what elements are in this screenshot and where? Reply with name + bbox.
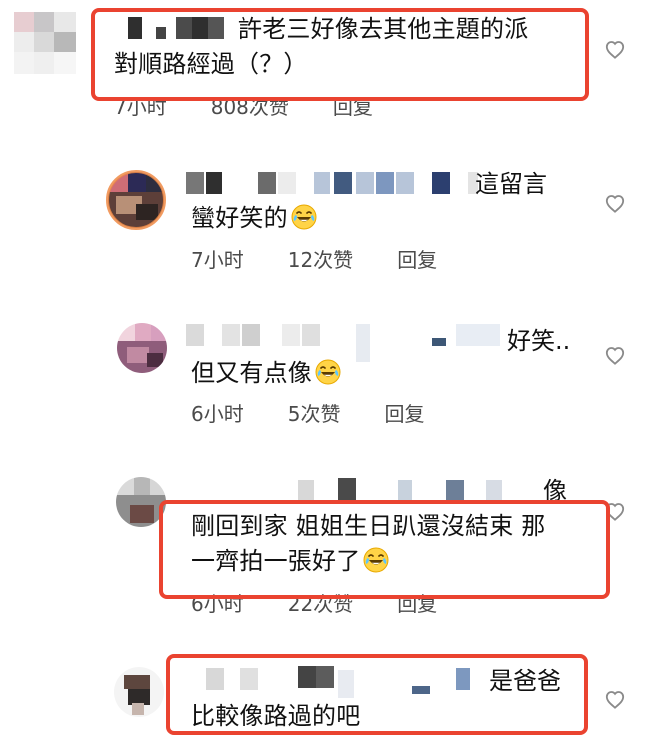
comment-text-line-2: 比較像路過的吧 xyxy=(191,702,361,730)
avatar[interactable] xyxy=(108,172,164,228)
comment-meta: 7小时 12次赞 回复 xyxy=(191,248,437,272)
username-mosaic[interactable] xyxy=(118,15,228,41)
avatar[interactable] xyxy=(116,477,166,527)
reply-button[interactable]: 回复 xyxy=(397,248,437,272)
heart-icon[interactable] xyxy=(604,689,626,709)
avatar[interactable] xyxy=(114,667,164,717)
comment-text-line-2: 對順路經過（？） xyxy=(114,50,308,78)
comment-meta: 7小时 808次赞 回复 xyxy=(114,95,373,119)
reply-button[interactable]: 回复 xyxy=(384,402,424,426)
laughing-emoji-icon xyxy=(290,203,318,231)
heart-icon[interactable] xyxy=(604,193,626,213)
comment-text: 蠻好笑的 xyxy=(191,204,288,232)
comment-meta: 6小时 5次赞 回复 xyxy=(191,402,424,426)
comment-meta: 6小时 22次赞 回复 xyxy=(191,592,437,616)
like-count[interactable]: 808次赞 xyxy=(211,95,289,119)
comment-thread: 許老三好像去其他主題的派 對順路經過（？） 7小时 808次赞 回复 這留言 蠻… xyxy=(0,0,660,735)
comment-text-line-2: 一齊拍一張好了 xyxy=(191,546,390,576)
comment-text: 一齊拍一張好了 xyxy=(191,547,361,575)
heart-icon[interactable] xyxy=(604,39,626,59)
time: 6小时 xyxy=(191,402,244,426)
username-mosaic[interactable] xyxy=(186,170,616,196)
heart-icon[interactable] xyxy=(604,345,626,365)
comment-text-line-1: 剛回到家 姐姐生日趴還沒結束 那 xyxy=(191,512,546,540)
avatar[interactable] xyxy=(117,323,167,373)
heart-icon[interactable] xyxy=(604,501,626,521)
time: 7小时 xyxy=(114,95,167,119)
reply-button[interactable]: 回复 xyxy=(397,592,437,616)
avatar[interactable] xyxy=(14,12,76,74)
comment-text: 但又有点像 xyxy=(191,359,312,387)
like-count[interactable]: 5次赞 xyxy=(288,402,341,426)
comment-text-line-1: 許老三好像去其他主題的派 xyxy=(238,15,529,43)
laughing-emoji-icon xyxy=(314,358,342,386)
comment-text-line-2: 蠻好笑的 xyxy=(191,203,318,233)
username-suffix: 像 xyxy=(543,477,567,505)
like-count[interactable]: 22次赞 xyxy=(288,592,353,616)
time: 7小时 xyxy=(191,248,244,272)
username-suffix: 好笑.. xyxy=(507,327,571,355)
like-count[interactable]: 12次赞 xyxy=(288,248,353,272)
username-suffix: 這留言 xyxy=(475,170,547,198)
username-suffix: 是爸爸 xyxy=(489,667,561,695)
comment-text-line-2: 但又有点像 xyxy=(191,358,342,388)
time: 6小时 xyxy=(191,592,244,616)
laughing-emoji-icon xyxy=(362,546,390,574)
reply-button[interactable]: 回复 xyxy=(333,95,373,119)
